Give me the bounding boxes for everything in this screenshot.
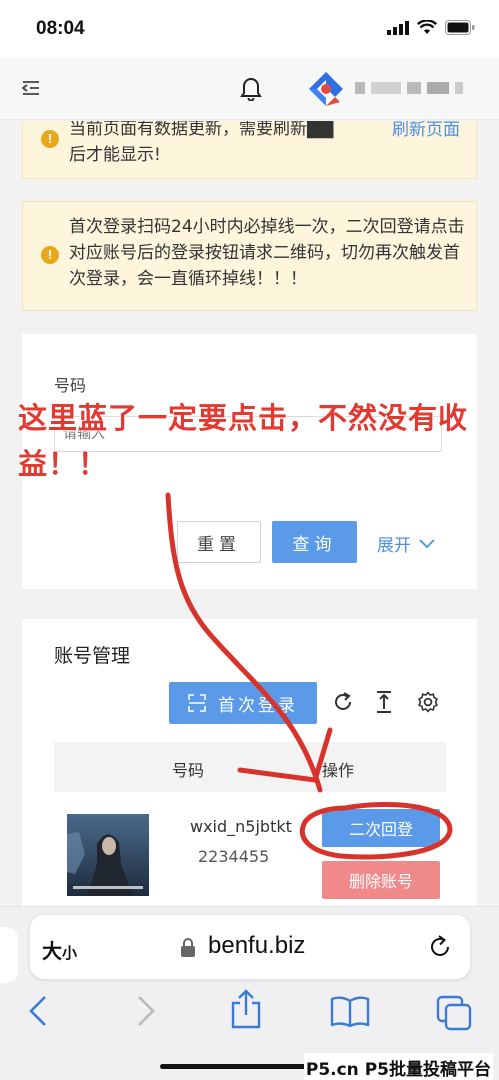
scan-icon (188, 694, 206, 712)
share-icon[interactable] (230, 989, 262, 1029)
tabs-icon[interactable] (436, 995, 472, 1031)
bell-icon[interactable] (240, 75, 262, 101)
username-redacted (355, 82, 463, 94)
lock-icon (181, 938, 195, 957)
login-notice-alert: ! 首次登录扫码24小时内必掉线一次，二次回登请点击对应账号后的登录按钮请求二维… (22, 201, 477, 311)
menu-collapse-icon[interactable] (22, 80, 40, 96)
login-notice-text: 首次登录扫码24小时内必掉线一次，二次回登请点击对应账号后的登录按钮请求二维码，… (69, 217, 465, 289)
warning-icon: ! (41, 130, 59, 148)
main-content[interactable]: ! 当前页面有数据更新，需要刷新██后才能显示! 刷新页面 ! 首次登录扫码24… (0, 121, 499, 906)
browser-bottom-bar: 大小 benfu.biz P5.cn P5批量投稿平台 (0, 906, 499, 1080)
address-bar[interactable]: 大小 benfu.biz (30, 915, 470, 979)
warning-icon: ! (41, 246, 59, 264)
number-field-label: 号码 (54, 376, 87, 395)
delete-account-button[interactable]: 删除账号 (322, 861, 440, 899)
diamond-logo-icon (309, 72, 343, 106)
browser-toolbar (0, 989, 499, 1039)
table-header: 号码 操作 (54, 742, 446, 792)
watermark-text: P5.cn P5批量投稿平台 (303, 1053, 493, 1080)
text-size-button[interactable]: 大小 (42, 935, 77, 964)
annotation-text: 这里蓝了一定要点击，不然没有收益！！ (18, 401, 469, 481)
column-height-icon[interactable] (374, 691, 394, 713)
data-update-alert: ! 当前页面有数据更新，需要刷新██后才能显示! 刷新页面 (22, 121, 477, 179)
account-wxid: wxid_n5jbtkt (190, 817, 292, 836)
account-management-title: 账号管理 (54, 645, 131, 667)
reload-icon[interactable] (428, 935, 452, 959)
signal-icon (387, 20, 409, 35)
expand-label: 展开 (377, 536, 411, 556)
forward-icon[interactable] (136, 995, 156, 1027)
reset-button[interactable]: 重置 (177, 521, 261, 563)
relogin-button[interactable]: 二次回登 (322, 809, 440, 847)
status-bar: 08:04 (0, 0, 499, 58)
gear-icon[interactable] (417, 691, 439, 713)
first-login-label: 首次登录 (218, 695, 298, 716)
status-icons (387, 20, 475, 35)
account-avatar (67, 814, 149, 896)
wifi-icon (417, 20, 437, 34)
account-number: 2234455 (198, 847, 270, 866)
previous-tab-peek[interactable] (0, 927, 18, 983)
back-icon[interactable] (28, 995, 48, 1027)
battery-icon (445, 20, 475, 35)
app-header (0, 58, 499, 120)
text-size-small: 小 (62, 944, 78, 962)
column-operations: 操作 (322, 761, 355, 780)
account-management-card: 账号管理 首次登录 号码 操作 wxid_n5jbtkt 2234455 二次回… (22, 619, 477, 906)
refresh-page-link[interactable]: 刷新页面 (392, 121, 460, 143)
data-update-text: 当前页面有数据更新，需要刷新██后才能显示! (69, 121, 334, 165)
chevron-down-icon (419, 538, 435, 548)
first-login-button[interactable]: 首次登录 (169, 682, 317, 724)
expand-toggle[interactable]: 展开 (377, 531, 435, 556)
status-time: 08:04 (36, 18, 85, 39)
text-size-large: 大 (42, 939, 62, 963)
column-number: 号码 (172, 761, 205, 780)
query-button[interactable]: 查询 (272, 521, 357, 563)
refresh-icon[interactable] (332, 691, 354, 713)
url-text: benfu.biz (208, 932, 306, 959)
bookmarks-icon[interactable] (330, 995, 370, 1027)
